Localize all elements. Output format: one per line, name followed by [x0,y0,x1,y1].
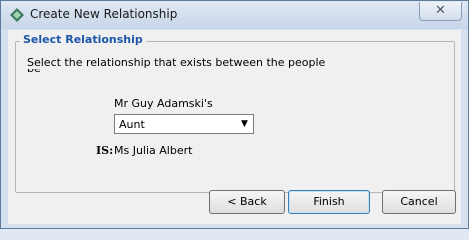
chevron-down-icon[interactable]: ▼ [236,115,253,133]
close-button[interactable]: ✕ [419,2,462,21]
first-person-label: Mr Guy Adamski's [114,97,213,110]
select-relationship-group: Select Relationship Select the relations… [15,33,455,193]
back-button[interactable]: < Back [209,190,285,214]
dialog-body: Select Relationship Select the relations… [8,30,461,224]
create-relationship-dialog: Create New Relationship ✕ Select Relatio… [0,0,469,229]
instruction-text: Select the relationship that exists betw… [27,56,326,69]
relationship-select[interactable]: Aunt ▼ [114,114,254,134]
relationship-selected-value: Aunt [119,118,145,131]
group-title: Select Relationship [20,33,146,46]
title-bar[interactable]: Create New Relationship ✕ [1,1,468,29]
cancel-button[interactable]: Cancel [382,190,456,214]
app-icon [10,8,24,22]
instruction-text-clipped: below [27,69,41,73]
is-label: IS: [96,144,114,157]
second-person-label: Ms Julia Albert [114,144,193,157]
close-icon: ✕ [435,3,446,18]
finish-button[interactable]: Finish [288,190,370,214]
window-title: Create New Relationship [30,7,178,21]
